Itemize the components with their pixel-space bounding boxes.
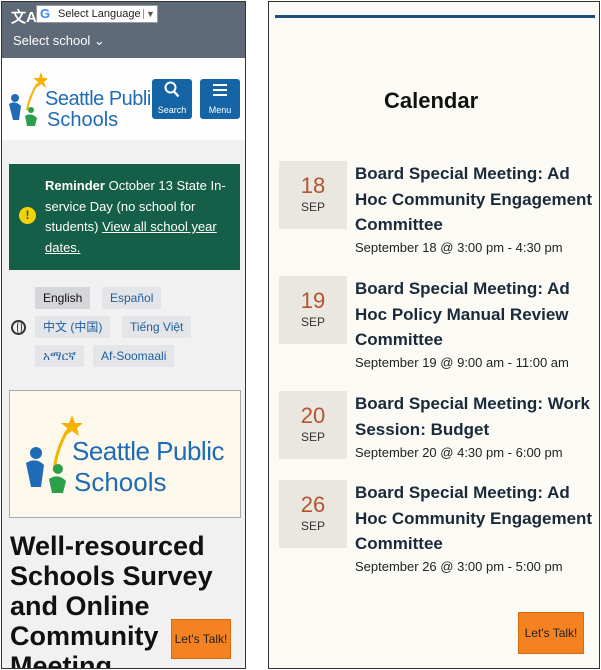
globe-icon: [11, 320, 26, 335]
event-day: 26: [300, 492, 326, 517]
event-time: September 20 @ 4:30 pm - 6:00 pm: [355, 445, 563, 460]
event-month: SEP: [300, 519, 325, 533]
google-icon: G: [40, 6, 51, 21]
event-day: 19: [300, 288, 326, 313]
event-month: SEP: [300, 200, 325, 214]
calendar-title: Calendar: [384, 88, 479, 113]
event-time: September 26 @ 3:00 pm - 5:00 pm: [355, 559, 563, 574]
event-date: 18 SEP: [279, 161, 347, 229]
event-title[interactable]: Board Special Meeting: Ad Hoc Community …: [355, 161, 599, 238]
search-icon: [152, 81, 192, 105]
top-bar: 文A G Select Language ▼ Select school ⌄: [2, 2, 245, 58]
event-time: September 18 @ 3:00 pm - 4:30 pm: [355, 240, 563, 255]
language-somali[interactable]: Af-Soomaali: [93, 345, 175, 367]
reminder-heading: Reminder: [45, 178, 105, 193]
mobile-homepage-panel: 文A G Select Language ▼ Select school ⌄ S…: [1, 1, 246, 669]
language-english[interactable]: English: [35, 287, 91, 309]
warning-icon: !: [19, 207, 36, 224]
reminder-banner: ! Reminder October 13 State In-service D…: [9, 164, 240, 270]
event-day: 20: [300, 403, 326, 428]
event-month: SEP: [300, 430, 325, 444]
menu-button[interactable]: Menu: [200, 79, 240, 119]
translate-icon: 文A: [11, 9, 37, 26]
event-title[interactable]: Board Special Meeting: Work Session: Bud…: [355, 391, 599, 442]
language-amharic[interactable]: አማርኛ: [35, 345, 84, 367]
seattle-public-schools-logo[interactable]: Seattle Publi Schools: [7, 70, 151, 135]
event-title[interactable]: Board Special Meeting: Ad Hoc Community …: [355, 480, 599, 557]
logo-figures-icon: [9, 72, 49, 126]
event-date: 19 SEP: [279, 276, 347, 344]
event-month: SEP: [300, 315, 325, 329]
event-time: September 19 @ 9:00 am - 11:00 am: [355, 355, 569, 370]
logo-text-line1: Seattle Publi: [45, 88, 151, 110]
site-header: Seattle Publi Schools Search Menu: [2, 58, 245, 140]
divider: [275, 15, 595, 18]
select-school-dropdown[interactable]: Select school ⌄: [13, 33, 105, 49]
language-chinese[interactable]: 中文 (中国): [35, 316, 111, 338]
event-day: 18: [300, 173, 326, 198]
menu-label: Menu: [208, 105, 232, 115]
event-date: 20 SEP: [279, 391, 347, 459]
search-label: Search: [157, 105, 187, 115]
lets-talk-button[interactable]: Let's Talk!: [518, 612, 584, 654]
search-button[interactable]: Search: [152, 79, 192, 119]
hamburger-icon: [200, 81, 240, 105]
chevron-down-icon: ▼: [143, 9, 157, 19]
logo-text-line2: Schools: [47, 109, 119, 131]
language-select-label: Select Language: [58, 8, 141, 20]
logo-text-line2: Schools: [74, 467, 167, 497]
language-vietnamese[interactable]: Tiếng Việt: [122, 316, 192, 338]
event-title[interactable]: Board Special Meeting: Ad Hoc Policy Man…: [355, 276, 599, 353]
language-select[interactable]: G Select Language ▼: [36, 5, 158, 23]
logo-banner: Seattle Public Schools: [9, 390, 241, 518]
logo-text-line1: Seattle Public: [72, 436, 224, 466]
event-date: 26 SEP: [279, 480, 347, 548]
calendar-panel: Calendar 18 SEP Board Special Meeting: A…: [268, 1, 600, 669]
lets-talk-button[interactable]: Let's Talk!: [171, 619, 231, 659]
language-espanol[interactable]: Español: [102, 287, 162, 309]
